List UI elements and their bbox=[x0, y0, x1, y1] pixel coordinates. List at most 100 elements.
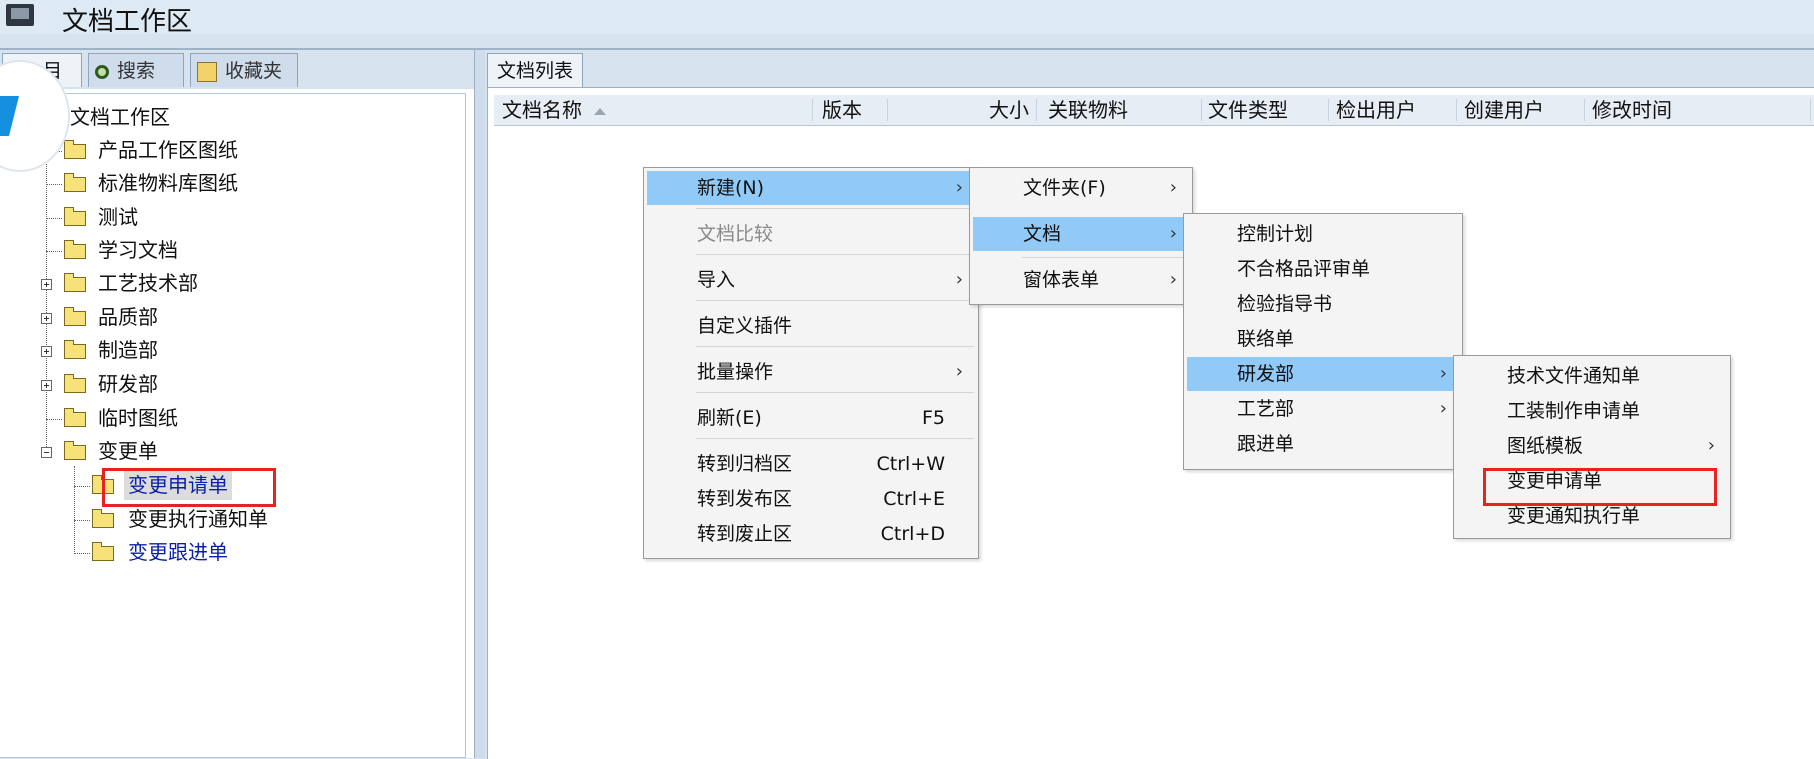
col-header-modified[interactable]: 修改时间 bbox=[1592, 95, 1672, 125]
folder-icon bbox=[64, 408, 86, 427]
tab-search[interactable]: 搜索 bbox=[88, 53, 184, 87]
menu-item-label: 变更通知执行单 bbox=[1507, 505, 1641, 527]
tree-line bbox=[46, 125, 47, 455]
folder-icon bbox=[64, 273, 86, 292]
menu-item-contact-sheet[interactable]: 联络单 bbox=[1187, 322, 1459, 356]
menu-item-tech-notice[interactable]: 技术文件通知单 bbox=[1457, 359, 1727, 393]
tab-search-label: 搜索 bbox=[117, 60, 156, 82]
tree-item-label: 临时图纸 bbox=[98, 406, 178, 430]
shortcut-label: F5 bbox=[921, 407, 945, 429]
tree-root[interactable]: 文档工作区 bbox=[70, 103, 170, 132]
menu-item-rd-dept[interactable]: 研发部 › bbox=[1187, 357, 1459, 391]
menu-item-refresh[interactable]: 刷新(E) F5 bbox=[647, 401, 975, 435]
menu-item-label: 窗体表单 bbox=[1023, 269, 1100, 291]
sort-ascending-icon bbox=[594, 108, 606, 115]
menu-item-drawing-template[interactable]: 图纸模板 › bbox=[1457, 429, 1727, 463]
col-header-material[interactable]: 关联物料 bbox=[1048, 95, 1128, 125]
expand-icon[interactable] bbox=[41, 313, 52, 324]
col-header-checkout[interactable]: 检出用户 bbox=[1336, 95, 1416, 125]
menu-item-label: 跟进单 bbox=[1237, 433, 1295, 455]
folder-icon bbox=[92, 509, 114, 528]
menu-item-label: 研发部 bbox=[1237, 363, 1295, 385]
menu-item-process-dept[interactable]: 工艺部 › bbox=[1187, 392, 1459, 426]
tab-favorites-label: 收藏夹 bbox=[225, 60, 283, 82]
menu-item-label: 不合格品评审单 bbox=[1237, 258, 1371, 280]
col-header-label: 文档名称 bbox=[502, 98, 582, 122]
submenu-document: 控制计划 不合格品评审单 检验指导书 联络单 研发部 › 工艺部 › 跟进单 bbox=[1183, 213, 1463, 470]
tree-line bbox=[74, 466, 75, 554]
col-header-creator[interactable]: 创建用户 bbox=[1464, 95, 1544, 125]
col-header-name[interactable]: 文档名称 bbox=[502, 95, 606, 125]
tree-item-label: 变更单 bbox=[98, 439, 158, 463]
folder-icon bbox=[64, 374, 86, 393]
menu-item-follow-up[interactable]: 跟进单 bbox=[1187, 427, 1459, 461]
menu-item-document[interactable]: 文档 › bbox=[973, 217, 1189, 251]
menu-item-label: 导入 bbox=[697, 269, 736, 291]
menu-item-label: 图纸模板 bbox=[1507, 435, 1584, 457]
folder-icon bbox=[64, 240, 86, 259]
submenu-new: 文件夹(F) › 文档 › 窗体表单 › bbox=[969, 167, 1193, 305]
menu-item-label: 控制计划 bbox=[1237, 223, 1314, 245]
annotation-highlight-box bbox=[102, 468, 276, 507]
collapse-icon[interactable] bbox=[41, 447, 52, 458]
menu-item-batch[interactable]: 批量操作 › bbox=[647, 355, 975, 389]
chevron-right-icon: › bbox=[1439, 363, 1447, 384]
menu-item-tooling-request[interactable]: 工装制作申请单 bbox=[1457, 394, 1727, 428]
folder-icon bbox=[64, 140, 86, 159]
tree-item-label: 产品工作区图纸 bbox=[98, 138, 238, 162]
menu-item-new[interactable]: 新建(N) › bbox=[647, 171, 975, 205]
chevron-right-icon: › bbox=[1169, 269, 1177, 290]
folder-icon bbox=[64, 207, 86, 226]
chevron-right-icon: › bbox=[955, 269, 963, 290]
menu-item-compare: 文档比较 bbox=[647, 217, 975, 251]
chevron-right-icon: › bbox=[1169, 177, 1177, 198]
menu-item-to-obsolete[interactable]: 转到废止区 Ctrl+D bbox=[647, 517, 975, 551]
annotation-highlight-box bbox=[1483, 468, 1717, 506]
menu-item-label: 文件夹(F) bbox=[1023, 177, 1106, 199]
menu-item-inspection-guide[interactable]: 检验指导书 bbox=[1187, 287, 1459, 321]
tree-item-label: 品质部 bbox=[98, 305, 158, 329]
menu-item-label: 刷新(E) bbox=[697, 407, 762, 429]
tree-item-label: 变更跟进单 bbox=[128, 540, 228, 564]
context-menu: 新建(N) › 文档比较 导入 › 自定义插件 批量操作 › 刷新(E) F5 转到归档… bbox=[643, 167, 979, 559]
menu-item-label: 文档比较 bbox=[697, 223, 774, 245]
favorites-icon bbox=[197, 61, 217, 82]
menu-item-label: 批量操作 bbox=[697, 361, 774, 383]
menu-item-label: 转到发布区 bbox=[697, 488, 793, 510]
menu-item-form[interactable]: 窗体表单 › bbox=[973, 263, 1189, 297]
tree-item-label: 测试 bbox=[98, 205, 138, 229]
panel-splitter[interactable] bbox=[474, 50, 485, 758]
expand-icon[interactable] bbox=[41, 279, 52, 290]
col-header-size[interactable]: 大小 bbox=[989, 95, 1029, 125]
menu-item-nonconforming[interactable]: 不合格品评审单 bbox=[1187, 252, 1459, 286]
submenu-rd: 技术文件通知单 工装制作申请单 图纸模板 › 变更申请单 变更通知执行单 bbox=[1453, 355, 1731, 539]
menu-item-to-release[interactable]: 转到发布区 Ctrl+E bbox=[647, 482, 975, 516]
chevron-right-icon: › bbox=[1169, 223, 1177, 244]
menu-item-label: 转到废止区 bbox=[697, 523, 793, 545]
search-icon bbox=[95, 64, 109, 79]
folder-icon bbox=[92, 542, 114, 561]
col-header-version[interactable]: 版本 bbox=[822, 95, 862, 125]
tab-favorites[interactable]: 收藏夹 bbox=[190, 53, 298, 87]
folder-icon bbox=[64, 307, 86, 326]
expand-icon[interactable] bbox=[41, 380, 52, 391]
chevron-right-icon: › bbox=[955, 361, 963, 382]
menu-item-label: 转到归档区 bbox=[697, 453, 793, 475]
title-separator bbox=[0, 48, 1814, 50]
col-header-filetype[interactable]: 文件类型 bbox=[1208, 95, 1288, 125]
menu-item-label: 技术文件通知单 bbox=[1507, 365, 1641, 387]
title-bar bbox=[0, 0, 1814, 34]
shortcut-label: Ctrl+D bbox=[880, 523, 945, 545]
menu-item-control-plan[interactable]: 控制计划 bbox=[1187, 217, 1459, 251]
menu-item-custom-plugin[interactable]: 自定义插件 bbox=[647, 309, 975, 343]
expand-icon[interactable] bbox=[41, 346, 52, 357]
chevron-right-icon: › bbox=[1707, 435, 1715, 456]
column-header-row: 文档名称 版本 大小 关联物料 文件类型 检出用户 创建用户 修改时间 bbox=[494, 95, 1814, 126]
menu-item-import[interactable]: 导入 › bbox=[647, 263, 975, 297]
left-tab-strip: 目录 搜索 收藏夹 bbox=[0, 53, 478, 116]
menu-item-to-archive[interactable]: 转到归档区 Ctrl+W bbox=[647, 447, 975, 481]
shortcut-label: Ctrl+W bbox=[876, 453, 945, 475]
menu-item-folder[interactable]: 文件夹(F) › bbox=[973, 171, 1189, 205]
menu-item-label: 联络单 bbox=[1237, 328, 1295, 350]
tab-document-list[interactable]: 文档列表 bbox=[487, 53, 584, 88]
